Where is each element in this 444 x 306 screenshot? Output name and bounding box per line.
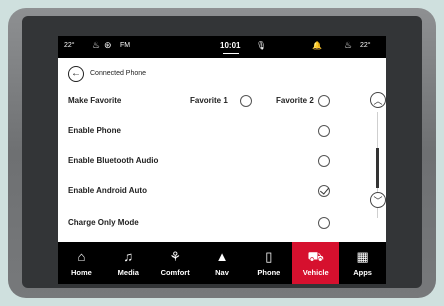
navigation-arrow-icon: ▲ (215, 248, 229, 264)
nav-label: Apps (353, 267, 372, 277)
microphone-icon: 🎙 (256, 41, 267, 50)
passenger-seat-icon: ♨ (344, 40, 353, 50)
charge-only-mode-radio[interactable] (318, 217, 330, 229)
home-icon: ⌂ (77, 248, 86, 264)
nav-comfort[interactable]: ⚘ Comfort (152, 242, 199, 284)
setting-row-charge-only-mode[interactable]: Charge Only Mode (58, 208, 358, 238)
setting-row-make-favorite: Make Favorite Favorite 1 Favorite 2 (58, 86, 358, 116)
setting-label: Make Favorite (68, 96, 122, 105)
nav-label: Comfort (160, 267, 190, 277)
radio-band: FM (120, 42, 131, 49)
nav-label: Phone (257, 267, 281, 277)
seat-fan-icon: ⚘ (169, 248, 181, 264)
nav-vehicle[interactable]: ⛟ Vehicle (292, 242, 340, 284)
nav-nav[interactable]: ▲ Nav (199, 242, 246, 284)
car-icon: ⛟ (307, 248, 324, 264)
chevron-down-icon: ﹀ (373, 195, 383, 206)
bottom-nav-bar: ⌂ Home ♫ Media ⚘ Comfort ▲ Nav ▯ Phone ⛟… (58, 242, 386, 284)
chevron-up-icon: ︿ (373, 95, 383, 106)
clock: 10:01 (220, 41, 241, 50)
steering-heat-icon: ⊛ (104, 40, 112, 50)
page-header: ← Connected Phone (58, 62, 386, 86)
nav-home[interactable]: ⌂ Home (58, 242, 105, 284)
outside-temp-left: 22° (64, 42, 75, 49)
scroll-thumb[interactable] (376, 148, 379, 188)
setting-label: Enable Bluetooth Audio (68, 156, 159, 165)
favorite-1-label: Favorite 1 (190, 96, 228, 105)
enable-bluetooth-audio-radio[interactable] (318, 155, 330, 167)
outside-temp-right: 22° (360, 42, 371, 49)
nav-apps[interactable]: ▦ Apps (339, 242, 386, 284)
enable-android-auto-checkbox[interactable] (318, 185, 330, 197)
grid-icon: ▦ (356, 248, 369, 264)
setting-label: Enable Android Auto (68, 186, 147, 195)
back-arrow-icon[interactable]: ← (68, 66, 84, 82)
status-bar: 22° ♨ ⊛ FM 10:01 🎙 🔔 ♨ 22° (58, 36, 386, 58)
enable-phone-radio[interactable] (318, 125, 330, 137)
scroll-up-button[interactable]: ︿ (370, 92, 386, 108)
nav-label: Nav (215, 267, 229, 277)
setting-row-enable-phone[interactable]: Enable Phone (58, 116, 358, 146)
nav-label: Home (71, 267, 92, 277)
infotainment-screen: 22° ♨ ⊛ FM 10:01 🎙 🔔 ♨ 22° ← Connected P… (58, 36, 386, 284)
setting-row-enable-bluetooth-audio[interactable]: Enable Bluetooth Audio (58, 146, 358, 176)
setting-row-enable-android-auto[interactable]: Enable Android Auto (58, 176, 358, 206)
favorite-2-radio[interactable] (318, 95, 330, 107)
clock-underline (223, 53, 239, 54)
nav-phone[interactable]: ▯ Phone (245, 242, 292, 284)
notification-bell-icon[interactable]: 🔔 (312, 41, 322, 50)
setting-label: Charge Only Mode (68, 218, 139, 227)
driver-seat-icon: ♨ (92, 40, 101, 50)
scroll-down-button[interactable]: ﹀ (370, 192, 386, 208)
favorite-2-label: Favorite 2 (276, 96, 314, 105)
page-title: Connected Phone (90, 70, 147, 77)
nav-media[interactable]: ♫ Media (105, 242, 152, 284)
nav-label: Media (117, 267, 139, 277)
phone-icon: ▯ (265, 248, 273, 264)
nav-label: Vehicle (302, 267, 329, 277)
setting-label: Enable Phone (68, 126, 121, 135)
music-note-icon: ♫ (123, 248, 134, 264)
favorite-1-radio[interactable] (240, 95, 252, 107)
